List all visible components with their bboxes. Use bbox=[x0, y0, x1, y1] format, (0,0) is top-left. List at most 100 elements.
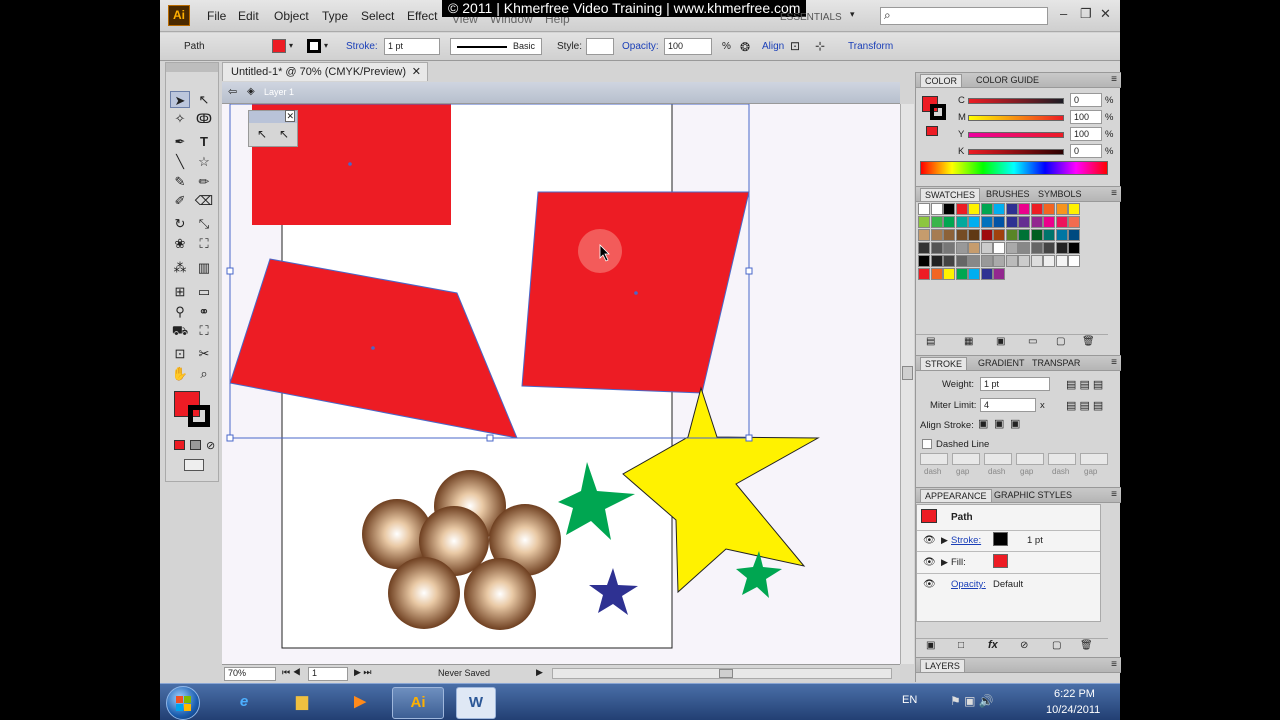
swatch-cell[interactable] bbox=[943, 242, 955, 254]
stroke-swatch[interactable] bbox=[307, 39, 321, 53]
add-fill-icon[interactable]: □ bbox=[958, 640, 964, 651]
dash-gap-field[interactable] bbox=[952, 453, 980, 465]
swatch-cell[interactable] bbox=[1030, 216, 1043, 228]
explorer-folder-icon[interactable]: ▆ bbox=[276, 687, 328, 719]
swatch-cell[interactable] bbox=[968, 255, 980, 267]
rotate-tool-icon[interactable]: ↻ bbox=[170, 215, 190, 232]
channel-y-field[interactable]: 100 bbox=[1070, 127, 1102, 141]
swatch-cell[interactable] bbox=[968, 242, 980, 254]
color-spectrum-bar[interactable] bbox=[920, 161, 1108, 175]
hand-tool-icon[interactable]: ✋ bbox=[170, 365, 190, 382]
expand-triangle-icon[interactable]: ▶ bbox=[941, 557, 948, 568]
menu-file[interactable]: File bbox=[207, 9, 226, 23]
fx-icon[interactable]: fx bbox=[988, 639, 998, 651]
fill-swatch[interactable] bbox=[272, 39, 286, 53]
tab-graphic-styles[interactable]: GRAPHIC STYLES bbox=[990, 489, 1076, 502]
swatch-cell[interactable] bbox=[918, 255, 930, 267]
star-tool-icon[interactable]: ☆ bbox=[194, 153, 214, 170]
panel-menu-icon[interactable]: ≡ bbox=[1111, 188, 1117, 199]
vertical-scrollbar[interactable] bbox=[900, 104, 914, 664]
gradient-tool-icon[interactable]: ▭ bbox=[194, 283, 214, 300]
swatch-cell[interactable] bbox=[1005, 229, 1018, 241]
swatch-cell[interactable] bbox=[980, 268, 993, 280]
channel-c-slider[interactable] bbox=[968, 98, 1064, 104]
scale-tool-icon[interactable]: ⤡ bbox=[194, 215, 214, 232]
weight-field[interactable]: 1 pt bbox=[980, 377, 1050, 391]
internet-explorer-icon[interactable]: e bbox=[218, 687, 270, 719]
miter-limit-field[interactable]: 4 bbox=[980, 398, 1036, 412]
pencil-tool-icon[interactable]: ✏ bbox=[194, 173, 214, 190]
screen-mode-icon[interactable] bbox=[184, 459, 204, 471]
gradient-mode-button[interactable] bbox=[190, 440, 201, 450]
swatch-cell[interactable] bbox=[918, 268, 930, 280]
swatch-library-icon[interactable]: ▤ bbox=[926, 336, 935, 347]
blend-tool-icon[interactable]: ⚭ bbox=[194, 303, 214, 320]
swatch-cell[interactable] bbox=[1005, 203, 1018, 215]
language-indicator[interactable]: EN bbox=[902, 694, 917, 706]
expand-triangle-icon[interactable]: ▶ bbox=[941, 535, 948, 546]
scroll-thumb[interactable] bbox=[719, 669, 733, 678]
status-menu-icon[interactable]: ▶ bbox=[536, 667, 543, 678]
swatch-cell[interactable] bbox=[1018, 203, 1030, 215]
swatch-cell[interactable] bbox=[1030, 229, 1043, 241]
media-player-icon[interactable]: ▶ bbox=[334, 687, 386, 719]
document-tab[interactable]: Untitled-1* @ 70% (CMYK/Preview) ✕ bbox=[222, 62, 428, 81]
swatch-cell[interactable] bbox=[955, 229, 968, 241]
illustrator-taskbar-button[interactable]: Ai bbox=[392, 687, 444, 719]
swatch-options-icon[interactable]: ▣ bbox=[996, 336, 1005, 347]
swatches-grid[interactable] bbox=[918, 203, 1108, 283]
next-artboard-icon[interactable]: ▶ ⏭ bbox=[354, 667, 372, 678]
artboard-field[interactable]: 1 bbox=[308, 667, 348, 681]
swatch-cell[interactable] bbox=[968, 229, 980, 241]
dash-gap-field[interactable] bbox=[1048, 453, 1076, 465]
tab-color-guide[interactable]: COLOR GUIDE bbox=[972, 74, 1043, 87]
magic-wand-tool-icon[interactable]: ✧ bbox=[170, 110, 190, 127]
color-mode-button[interactable] bbox=[174, 440, 185, 450]
menu-type[interactable]: Type bbox=[322, 9, 348, 23]
restore-button[interactable]: ❐ bbox=[1080, 6, 1092, 22]
menu-object[interactable]: Object bbox=[274, 9, 309, 23]
swatch-cell[interactable] bbox=[918, 203, 930, 215]
swatch-cell[interactable] bbox=[1030, 255, 1043, 267]
floating-panel-header[interactable]: ✕ bbox=[249, 110, 297, 123]
align-options-icon[interactable]: ⊡ bbox=[790, 39, 800, 53]
join-style-icons[interactable]: ▤ ▤ ▤ bbox=[1066, 399, 1103, 412]
eyedropper-tool-icon[interactable]: ⚲ bbox=[170, 303, 190, 320]
tab-gradient[interactable]: GRADIENT bbox=[974, 357, 1029, 370]
swatch-cell[interactable] bbox=[968, 268, 980, 280]
type-tool-icon[interactable]: T bbox=[194, 133, 214, 150]
channel-m-slider[interactable] bbox=[968, 115, 1064, 121]
swatch-cell[interactable] bbox=[1005, 242, 1018, 254]
swatch-cell[interactable] bbox=[955, 268, 968, 280]
swatch-cell[interactable] bbox=[943, 255, 955, 267]
live-paint-bucket-icon[interactable]: ⛟ bbox=[170, 322, 190, 339]
channel-c-field[interactable]: 0 bbox=[1070, 93, 1102, 107]
color-stroke-box[interactable] bbox=[930, 104, 946, 120]
minimize-button[interactable]: – bbox=[1060, 6, 1067, 21]
swatch-cell[interactable] bbox=[1055, 203, 1068, 215]
appearance-opacity-link[interactable]: Opacity: bbox=[951, 579, 986, 590]
line-tool-icon[interactable]: ╲ bbox=[170, 153, 190, 170]
chevron-down-icon[interactable]: ▾ bbox=[850, 9, 855, 20]
brush-definition[interactable]: Basic bbox=[450, 38, 542, 55]
start-button[interactable] bbox=[166, 686, 200, 720]
clock-time[interactable]: 6:22 PM bbox=[1054, 688, 1095, 700]
dash-gap-field[interactable] bbox=[1016, 453, 1044, 465]
swatch-cell[interactable] bbox=[993, 203, 1005, 215]
graphic-style-picker[interactable] bbox=[586, 38, 614, 55]
search-input[interactable]: ⌕ bbox=[880, 7, 1048, 25]
channel-y-slider[interactable] bbox=[968, 132, 1064, 138]
align-stroke-center-icon[interactable]: ▣ bbox=[978, 417, 988, 430]
paintbrush-tool-icon[interactable]: ✎ bbox=[170, 173, 190, 190]
close-icon[interactable]: ✕ bbox=[285, 110, 295, 122]
stroke-weight-field[interactable]: 1 pt bbox=[384, 38, 440, 55]
swatch-cell[interactable] bbox=[993, 229, 1005, 241]
swatch-cell[interactable] bbox=[955, 255, 968, 267]
tab-symbols[interactable]: SYMBOLS bbox=[1034, 188, 1086, 201]
artboard-tool-icon[interactable]: ⊡ bbox=[170, 345, 190, 362]
swatch-cell[interactable] bbox=[943, 229, 955, 241]
duplicate-item-icon[interactable]: ▢ bbox=[1052, 640, 1061, 651]
eraser-tool-icon[interactable]: ⌫ bbox=[194, 192, 214, 209]
group-selection-tool-icon[interactable]: ↖ bbox=[279, 127, 289, 141]
align-link[interactable]: Align bbox=[762, 41, 784, 52]
